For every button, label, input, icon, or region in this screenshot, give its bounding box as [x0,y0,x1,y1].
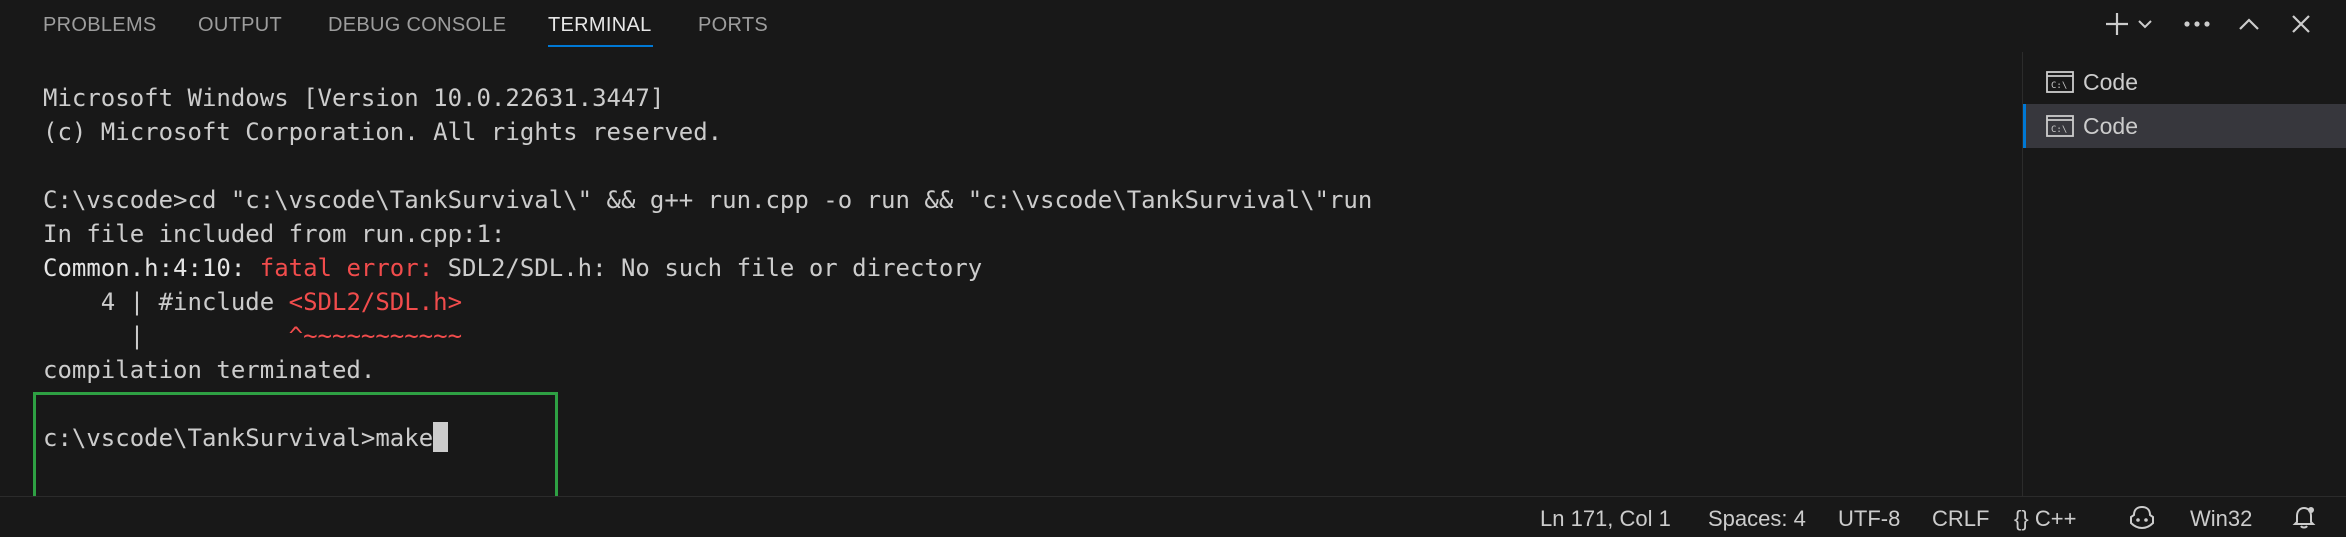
error-location: Common.h:4:10: [43,254,260,282]
bell-icon [2292,506,2316,529]
chevron-up-icon [2239,18,2259,30]
terminal-cmd-icon: C:\ [2046,115,2074,137]
terminal-line: Microsoft Windows [Version 10.0.22631.34… [43,84,665,112]
terminal-line: In file included from run.cpp:1: [43,220,506,248]
svg-text:C:\: C:\ [2051,125,2067,135]
panel-tab-bar: PROBLEMS OUTPUT DEBUG CONSOLE TERMINAL P… [0,0,2346,52]
plus-icon [2106,13,2128,35]
terminal-list: C:\ Code C:\ Code [2022,52,2346,496]
terminal-line: (c) Microsoft Corporation. All rights re… [43,118,723,146]
chevron-down-icon [2138,20,2152,29]
tab-debug-console[interactable]: DEBUG CONSOLE [328,14,506,38]
language-mode[interactable]: {} C++ [2014,506,2076,532]
terminal-source-line: 4 | #include <SDL2/SDL.h> [43,285,462,319]
highlight-box [33,392,558,500]
notifications-button[interactable] [2292,505,2316,534]
platform[interactable]: Win32 [2190,506,2252,532]
caret-marker: ^~~~~~~~~~~~ [288,322,463,350]
maximize-panel-button[interactable] [2232,9,2266,39]
source-highlight: <SDL2/SDL.h> [288,288,463,316]
cursor-position[interactable]: Ln 171, Col 1 [1540,506,1671,532]
caret-prefix: | [43,322,289,350]
error-message: SDL2/SDL.h: No such file or directory [447,254,983,282]
terminal-line: compilation terminated. [43,356,376,384]
launch-profile-button[interactable] [2134,9,2156,39]
end-of-line[interactable]: CRLF [1932,506,1989,532]
copilot-button[interactable] [2128,505,2156,534]
ellipsis-icon [2184,21,2210,27]
terminal-line: C:\vscode>cd "c:\vscode\TankSurvival\" &… [43,186,1373,214]
status-bar: Ln 171, Col 1 Spaces: 4 UTF-8 CRLF {} C+… [0,496,2346,537]
terminal-list-label: Code [2083,113,2138,139]
svg-text:C:\: C:\ [2051,81,2067,91]
tab-output[interactable]: OUTPUT [198,14,282,38]
terminal-list-label: Code [2083,69,2138,95]
more-actions-button[interactable] [2180,9,2214,39]
terminal-error-line: Common.h:4:10: fatal error: SDL2/SDL.h: … [43,251,982,285]
braces-icon: {} [2014,506,2029,531]
selection-indicator [2023,104,2026,148]
new-terminal-button[interactable] [2100,9,2134,39]
tab-terminal[interactable]: TERMINAL [548,14,652,38]
language-label: C++ [2034,506,2077,531]
terminal-cmd-icon: C:\ [2046,71,2074,93]
tab-ports[interactable]: PORTS [698,14,768,38]
indentation[interactable]: Spaces: 4 [1708,506,1806,532]
encoding[interactable]: UTF-8 [1838,506,1900,532]
source-prefix: 4 | #include [43,288,289,316]
copilot-icon [2130,505,2154,530]
close-icon [2292,15,2310,33]
terminal-list-item[interactable]: C:\ Code [2023,60,2346,104]
terminal-list-item-selected[interactable]: C:\ Code [2023,104,2346,148]
error-label: fatal error: [259,254,448,282]
active-tab-indicator [548,45,653,47]
terminal-caret-line: | ^~~~~~~~~~~~ [43,319,462,353]
tab-problems[interactable]: PROBLEMS [43,14,157,38]
close-panel-button[interactable] [2284,9,2318,39]
